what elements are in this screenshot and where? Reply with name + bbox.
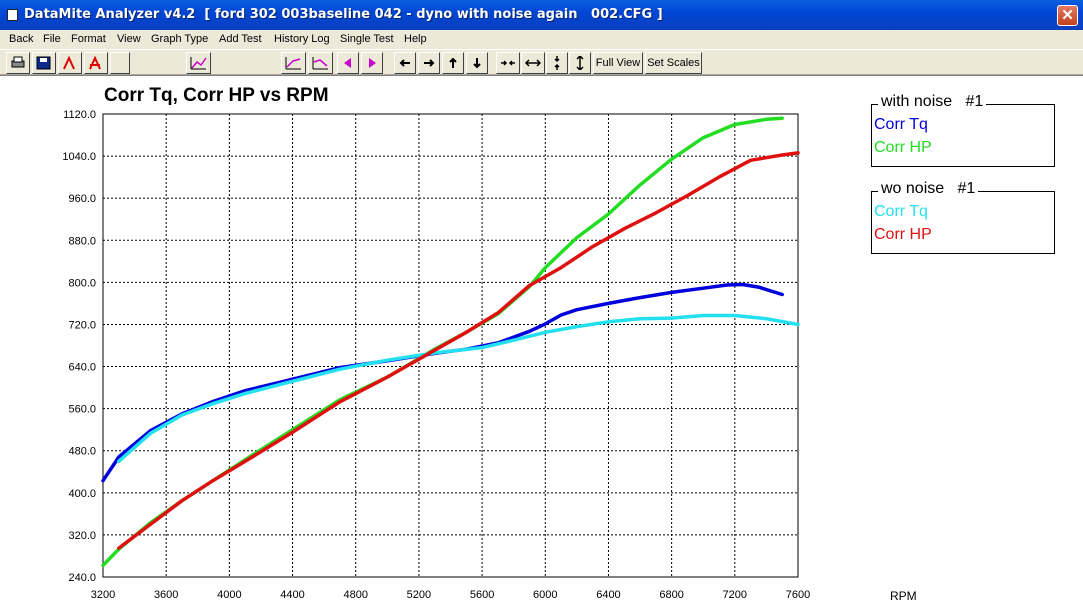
series-line-2 — [101, 116, 784, 568]
y-tick-label: 1120.0 — [63, 109, 96, 121]
x-tick-label: 6400 — [596, 589, 620, 601]
legend-box-wo-noise: wo noise #1 Corr Tq Corr HP — [871, 180, 1055, 254]
plot-frame — [102, 113, 799, 578]
y-tick-label: 560.0 — [68, 404, 96, 416]
x-tick-label: 3200 — [91, 589, 115, 601]
y-axis-tick-labels: 240.0 320.0 400.0 480.0 560.0 640.0 720.0 800.0… — [62, 109, 96, 584]
x-tick-label: 3600 — [154, 589, 178, 601]
y-tick-label: 400.0 — [68, 488, 96, 500]
legend-item-corr-tq-with-noise: Corr Tq — [874, 116, 928, 133]
y-tick-label: 880.0 — [68, 235, 96, 247]
y-tick-label: 960.0 — [68, 193, 96, 205]
x-tick-label: 6000 — [533, 589, 557, 601]
y-tick-label: 480.0 — [68, 446, 96, 458]
legend-title-wo-noise: wo noise #1 — [878, 180, 979, 198]
x-tick-label: 4000 — [217, 589, 241, 601]
legend-item-corr-hp-with-noise: Corr HP — [874, 139, 932, 156]
legend-box-with-noise: with noise #1 Corr Tq Corr HP — [871, 93, 1055, 167]
legend-title-with-noise: with noise #1 — [878, 93, 987, 111]
legend-item-corr-tq-wo-noise: Corr Tq — [874, 203, 928, 220]
series-line-1 — [101, 282, 784, 483]
y-tick-label: 1040.0 — [62, 151, 96, 163]
x-axis-tick-labels: 3200 3600 4000 4400 4800 5200 5600 6000 6400 6800… — [91, 589, 810, 601]
x-tick-label: 5200 — [407, 589, 431, 601]
y-tick-label: 800.0 — [68, 277, 96, 289]
x-axis-label: RPM — [890, 589, 917, 603]
x-tick-label: 4800 — [343, 589, 367, 601]
chart-series — [101, 116, 800, 568]
y-tick-label: 240.0 — [68, 572, 96, 584]
x-tick-label: 4400 — [280, 589, 304, 601]
y-tick-label: 320.0 — [68, 530, 96, 542]
x-tick-label: 5600 — [470, 589, 494, 601]
legend-item-corr-hp-wo-noise: Corr HP — [874, 226, 932, 243]
x-tick-label: 7200 — [723, 589, 747, 601]
x-tick-label: 7600 — [786, 589, 810, 601]
x-tick-label: 6800 — [659, 589, 683, 601]
y-tick-label: 640.0 — [68, 362, 96, 374]
y-tick-label: 720.0 — [68, 319, 96, 331]
chart-grid — [102, 113, 799, 578]
